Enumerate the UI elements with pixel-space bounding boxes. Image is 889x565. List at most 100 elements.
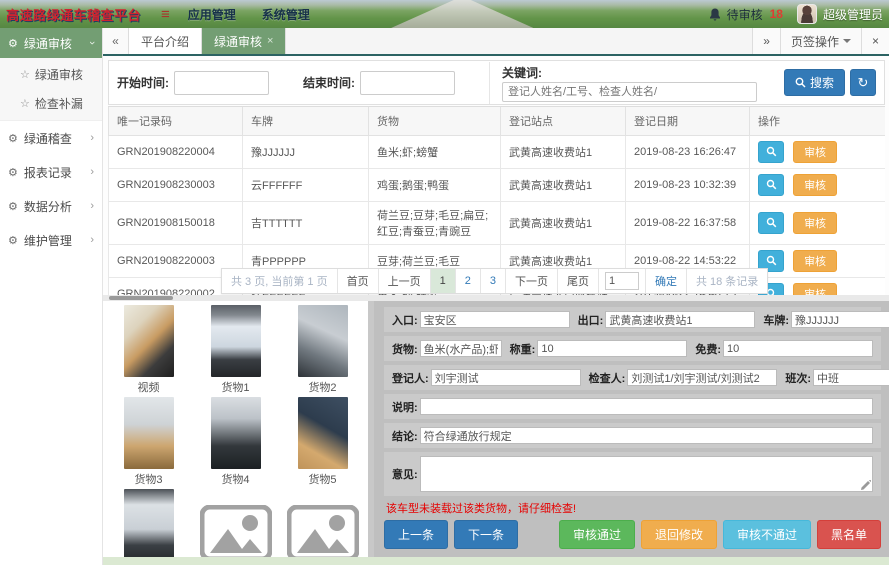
thumbnail-caption: 货物5 [308, 474, 337, 486]
conclusion-input[interactable] [419, 427, 873, 444]
gear-icon: ⚙ [8, 200, 18, 213]
sidebar-item-report-records[interactable]: ⚙ 报表记录 › [0, 155, 102, 189]
review-record-button[interactable]: 审核 [793, 212, 838, 234]
inspector-input[interactable] [627, 369, 778, 386]
tab-platform-intro[interactable]: 平台介绍 [129, 28, 203, 54]
next-page-button[interactable]: 下一页 [506, 269, 558, 293]
approve-button[interactable]: 审核通过 [558, 520, 635, 549]
page-number-button[interactable]: 1 [430, 269, 456, 293]
evidence-thumbnail[interactable] [123, 305, 174, 377]
form-row: 说明: [384, 394, 881, 419]
goods-input[interactable] [419, 340, 502, 357]
sidebar-item-label: 数据分析 [23, 199, 72, 214]
goto-confirm-button[interactable]: 确定 [646, 269, 687, 293]
gallery-item[interactable]: 货物2 [279, 305, 366, 397]
free-input[interactable] [723, 340, 873, 357]
free-label: 免费: [695, 343, 721, 356]
previous-record-button[interactable]: 上一条 [384, 520, 449, 549]
cell-record-code: GRN201908230003 [108, 168, 243, 202]
bell-icon [709, 8, 720, 20]
review-record-button[interactable]: 审核 [793, 141, 838, 163]
start-time-input[interactable] [174, 70, 269, 95]
menu-app-management[interactable]: 应用管理 [188, 6, 236, 23]
evidence-thumbnail[interactable] [210, 305, 261, 377]
inspector-label: 检查人: [588, 372, 626, 385]
evidence-thumbnail[interactable] [123, 489, 174, 561]
shift-label: 班次: [785, 372, 812, 385]
registrar-input[interactable] [430, 369, 581, 386]
review-record-button[interactable]: 审核 [793, 174, 838, 196]
search-icon [795, 77, 806, 88]
menu-system-management[interactable]: 系统管理 [262, 6, 310, 23]
view-record-button[interactable] [758, 212, 784, 234]
tab-operations-dropdown[interactable]: 页签操作 [779, 28, 861, 54]
gallery-item[interactable]: 视频 [105, 305, 192, 397]
sidebar-item-maintenance[interactable]: ⚙ 维护管理 › [0, 223, 102, 257]
tabs-scroll-left-icon[interactable]: « [103, 28, 129, 54]
sidebar-subitem-inspection-fix[interactable]: ☆ 检查补漏 [0, 89, 102, 118]
gallery-item[interactable]: 货物3 [105, 397, 192, 489]
evidence-thumbnail[interactable] [297, 397, 348, 469]
sidebar-item-green-inspection[interactable]: ⚙ 绿通稽查 › [0, 121, 102, 155]
evidence-thumbnail[interactable] [199, 505, 272, 561]
review-actions: 上一条 下一条 审核通过 退回修改 审核不通过 黑名单 [384, 520, 881, 549]
table-row: GRN201908150018 吉TTTTTT 荷兰豆;豆芽;毛豆;扁豆;红豆;… [108, 201, 885, 245]
user-avatar[interactable] [796, 4, 817, 24]
evidence-thumbnail[interactable] [297, 305, 348, 377]
gallery-item[interactable]: 其他 [105, 489, 192, 565]
gallery-item[interactable]: 货物1 [192, 305, 279, 397]
weight-label: 称重: [509, 343, 536, 356]
magnifier-icon [766, 179, 776, 189]
table-row: GRN201908220004 豫JJJJJJ 鱼米;虾;螃蟹 武黄高速收费站1… [108, 135, 885, 169]
gallery-item[interactable]: 其他 [279, 489, 366, 565]
weight-input[interactable] [537, 340, 688, 357]
note-input[interactable] [419, 398, 873, 415]
plate-input[interactable] [791, 311, 889, 328]
view-record-button[interactable] [758, 141, 784, 163]
fullscreen-icon[interactable]: × [860, 28, 889, 54]
review-record-button[interactable]: 审核 [793, 250, 838, 272]
return-for-edit-button[interactable]: 退回修改 [640, 520, 717, 549]
search-actions: 搜索 ↻ [783, 69, 876, 96]
cell-date: 2019-08-23 10:32:39 [625, 168, 750, 202]
evidence-thumbnail[interactable] [123, 397, 174, 469]
cell-plate: 豫JJJJJJ [242, 135, 369, 169]
tabs-scroll-right-icon[interactable]: » [752, 28, 780, 54]
user-role[interactable]: 超级管理员 [823, 6, 883, 23]
evidence-thumbnail[interactable] [210, 397, 261, 469]
view-record-button[interactable] [758, 174, 784, 196]
chevron-right-icon: › [90, 200, 94, 212]
sidebar-item-label: 绿通稽查 [23, 131, 72, 146]
shift-input[interactable] [813, 369, 889, 386]
sidebar-item-data-analysis[interactable]: ⚙ 数据分析 › [0, 189, 102, 223]
pending-review-label[interactable]: 待审核 [727, 6, 763, 23]
gallery-item[interactable]: 货物4 [192, 397, 279, 489]
sidebar-item-green-review[interactable]: ⚙ 绿通审核 › [0, 28, 102, 58]
exit-input[interactable] [605, 311, 756, 328]
page-number-button[interactable]: 2 [456, 269, 481, 293]
chevron-right-icon: › [90, 234, 94, 246]
opinion-textarea[interactable] [419, 456, 873, 492]
gallery-item[interactable]: 其他 [192, 489, 279, 565]
close-icon[interactable]: × [267, 35, 273, 47]
sidebar-subitem-green-review[interactable]: ☆ 绿通审核 [0, 60, 102, 89]
prev-page-button[interactable]: 上一页 [379, 269, 431, 293]
goto-page-input[interactable] [604, 272, 639, 290]
page-number-button[interactable]: 3 [481, 269, 506, 293]
next-record-button[interactable]: 下一条 [454, 520, 519, 549]
keyword-input[interactable] [502, 82, 757, 102]
gallery-item[interactable]: 货物5 [279, 397, 366, 489]
reject-button[interactable]: 审核不通过 [722, 520, 811, 549]
first-page-button[interactable]: 首页 [338, 269, 379, 293]
image-placeholder-icon [286, 505, 359, 561]
table-header-row: 唯一记录码 车牌 货物 登记站点 登记日期 操作 [108, 107, 885, 136]
refresh-button[interactable]: ↻ [850, 69, 876, 96]
hamburger-icon[interactable]: ≡ [151, 6, 180, 23]
last-page-button[interactable]: 尾页 [558, 269, 599, 293]
blacklist-button[interactable]: 黑名单 [816, 520, 881, 549]
tab-green-review[interactable]: 绿通审核 × [202, 28, 287, 54]
evidence-thumbnail[interactable] [286, 505, 359, 561]
end-time-input[interactable] [360, 70, 455, 95]
entry-input[interactable] [419, 311, 570, 328]
search-button[interactable]: 搜索 [783, 69, 845, 96]
